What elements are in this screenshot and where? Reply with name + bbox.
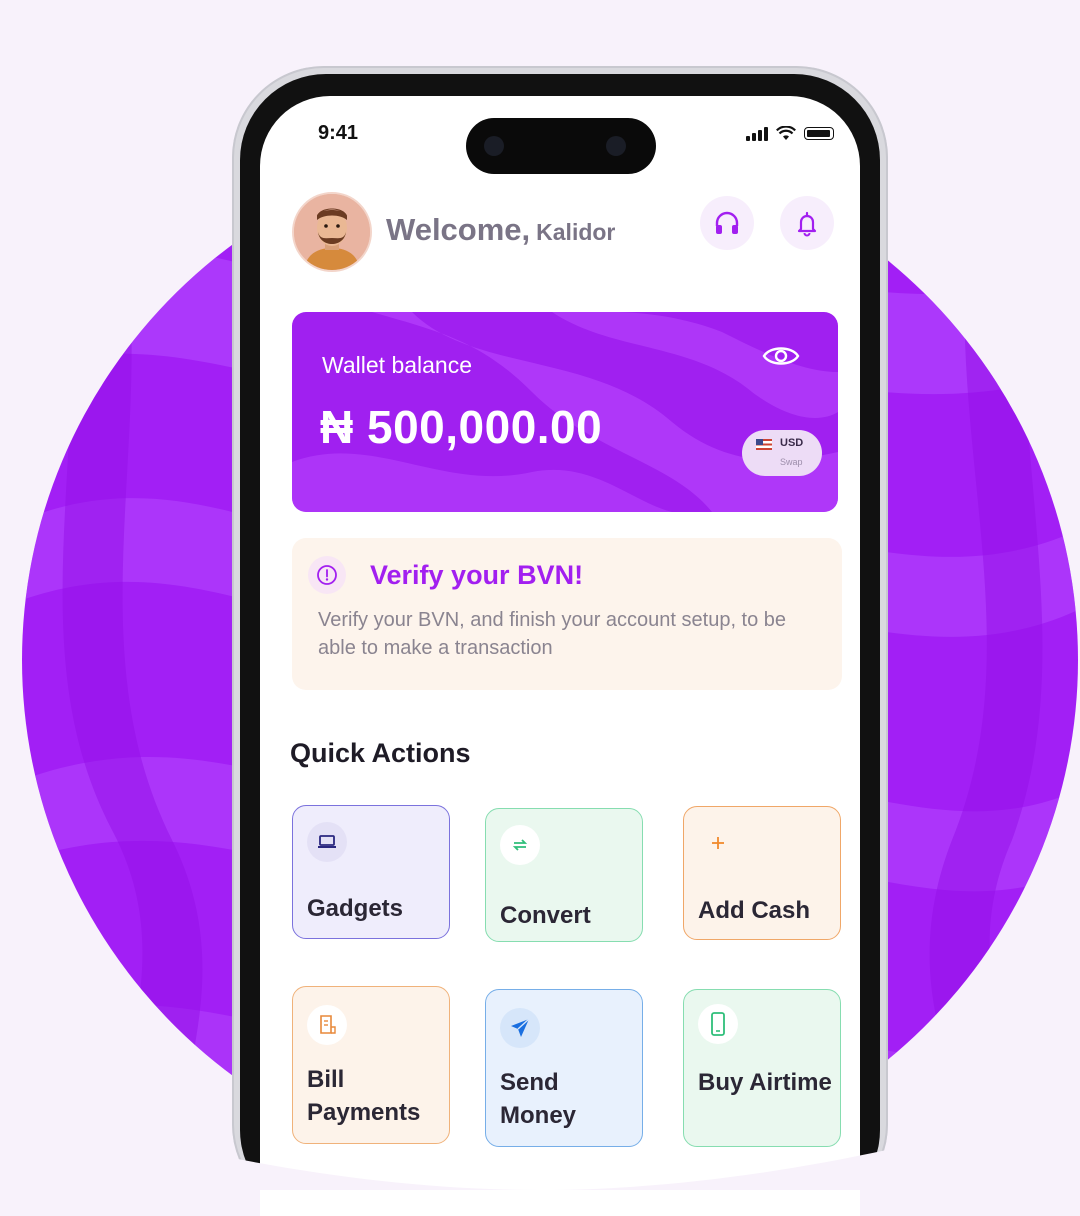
- wifi-icon: [776, 126, 796, 140]
- phone-icon: [698, 1004, 738, 1044]
- currency-swap-button[interactable]: USD Swap: [742, 430, 822, 476]
- headphones-icon: [715, 211, 739, 234]
- status-time: 9:41: [318, 122, 359, 144]
- support-button[interactable]: [700, 196, 754, 250]
- bvn-notice[interactable]: Verify your BVN! Verify your BVN, and fi…: [292, 538, 842, 690]
- action-label: Add Cash: [698, 897, 811, 924]
- receipt-icon: [307, 1005, 347, 1045]
- battery-icon: [804, 127, 834, 140]
- sensor-icon: [606, 136, 626, 156]
- wallet-card: Wallet balance ₦ 500,000.00 USD Swap: [292, 312, 838, 512]
- dynamic-island: [466, 118, 656, 174]
- user-name: Kalidor: [536, 219, 616, 245]
- avatar[interactable]: [292, 192, 372, 272]
- quick-actions-title: Quick Actions: [290, 738, 471, 768]
- notifications-button[interactable]: [780, 196, 834, 250]
- wallet-balance-amount: ₦ 500,000.00: [320, 401, 603, 453]
- camera-icon: [484, 136, 504, 156]
- bvn-title: Verify your BVN!: [370, 560, 584, 590]
- action-label: Convert: [500, 902, 591, 929]
- bell-icon: [797, 211, 817, 237]
- swap-label: Swap: [780, 457, 803, 467]
- action-label: Gadgets: [307, 895, 404, 922]
- info-icon: [308, 556, 346, 594]
- us-flag-icon: [756, 439, 772, 450]
- bvn-message: Verify your BVN, and finish your account…: [318, 609, 787, 659]
- action-convert[interactable]: Convert: [485, 808, 643, 942]
- status-icons: [746, 126, 834, 141]
- welcome-text: Welcome,: [386, 212, 531, 247]
- signal-icon: [746, 126, 768, 141]
- action-gadgets[interactable]: Gadgets: [292, 805, 450, 939]
- currency-label: USD: [780, 437, 804, 449]
- wallet-balance-label: Wallet balance: [322, 352, 473, 378]
- plus-icon: [698, 823, 738, 863]
- exchange-icon: [500, 825, 540, 865]
- action-add-cash[interactable]: Add Cash: [683, 806, 841, 940]
- eye-icon[interactable]: [762, 342, 800, 370]
- welcome-message: Welcome, Kalidor: [386, 212, 615, 248]
- bottom-fade: [0, 1100, 1080, 1190]
- laptop-icon: [307, 822, 347, 862]
